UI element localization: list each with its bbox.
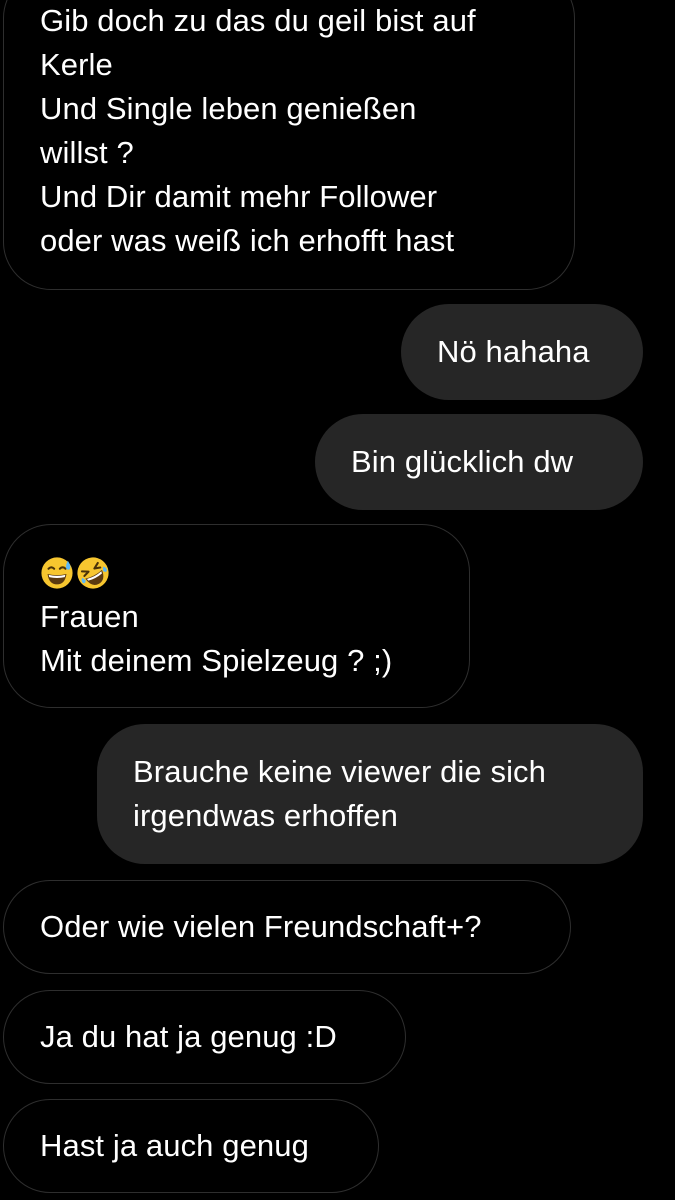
message-text-line: Und Single leben genießen [40, 91, 417, 126]
grinning-face-with-sweat-icon [41, 557, 73, 589]
message-text-line: Kerle [40, 47, 113, 82]
incoming-message-bubble[interactable]: Ja du hat ja genug :D [3, 990, 406, 1084]
emoji-row [40, 551, 439, 595]
incoming-message-bubble[interactable]: Hast ja auch genug [3, 1099, 379, 1193]
message-text-line: Gib doch zu das du geil bist auf [40, 3, 476, 38]
outgoing-message-bubble[interactable]: Bin glücklich dw [315, 414, 643, 510]
message-text-line: Und Dir damit mehr Follower [40, 179, 438, 214]
message-text-line: Ja du hat ja genug :D [40, 1019, 337, 1054]
message-text-line: Oder wie vielen Freundschaft+? [40, 909, 482, 944]
incoming-message-bubble[interactable]: Frauen Mit deinem Spielzeug ? ;) [3, 524, 470, 708]
incoming-message-bubble[interactable]: Gib doch zu das du geil bist auf Kerle U… [3, 0, 575, 290]
outgoing-message-bubble[interactable]: Brauche keine viewer die sich irgendwas … [97, 724, 643, 864]
message-text-line: Brauche keine viewer die sich [133, 754, 546, 789]
message-text-line: oder was weiß ich erhofft hast [40, 223, 455, 258]
message-text-line: Hast ja auch genug [40, 1128, 309, 1163]
message-text-line: Frauen [40, 599, 139, 634]
outgoing-message-bubble[interactable]: Nö hahaha [401, 304, 643, 400]
message-text-line: Bin glücklich dw [351, 444, 574, 479]
message-text-line: Nö hahaha [437, 334, 590, 369]
message-text-line: Mit deinem Spielzeug ? ;) [40, 643, 393, 678]
message-thread: Gib doch zu das du geil bist auf Kerle U… [0, 0, 675, 1200]
incoming-message-bubble[interactable]: Oder wie vielen Freundschaft+? [3, 880, 571, 974]
rolling-on-the-floor-laughing-icon [77, 557, 109, 589]
message-text-line: irgendwas erhoffen [133, 798, 398, 833]
message-text-line: willst ? [40, 135, 134, 170]
